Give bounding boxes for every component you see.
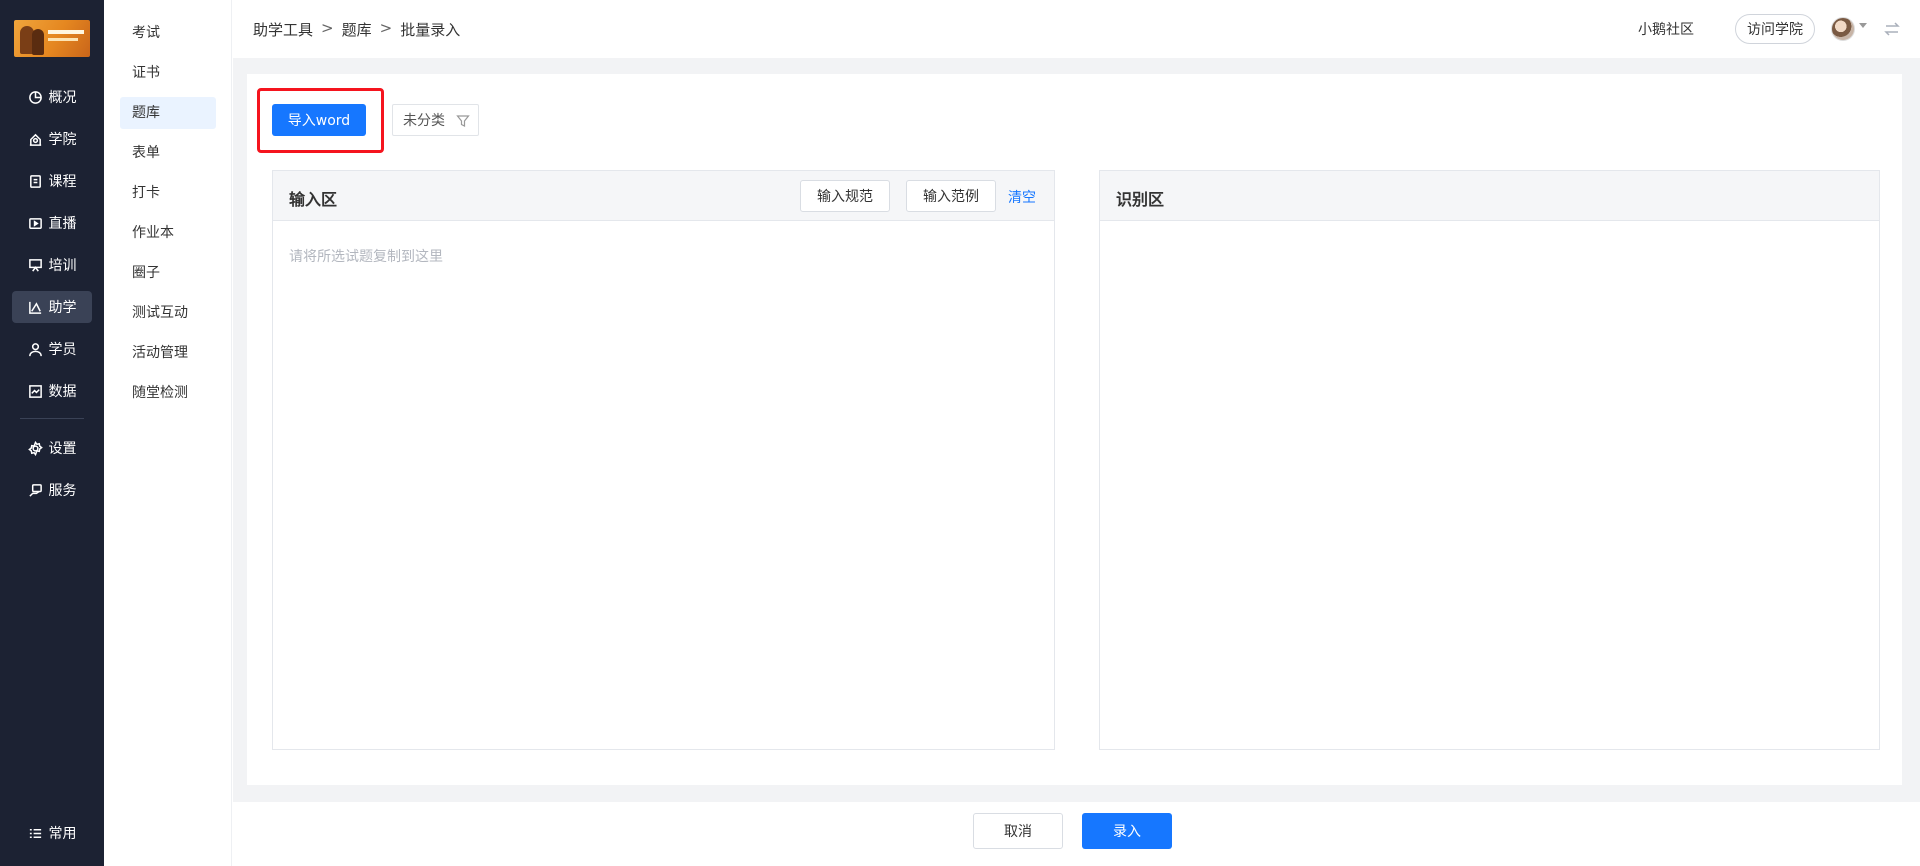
pie-chart-icon xyxy=(28,90,42,104)
nav-item-training[interactable]: 培训 xyxy=(12,249,92,281)
nav-label: 培训 xyxy=(48,258,77,274)
submenu-item-certificate[interactable]: 证书 xyxy=(120,57,216,89)
submenu-item-checkin[interactable]: 打卡 xyxy=(120,177,216,209)
student-icon xyxy=(28,342,42,356)
clear-link[interactable]: 清空 xyxy=(1008,187,1036,207)
input-example-button[interactable]: 输入范例 xyxy=(906,180,996,212)
input-textarea-placeholder[interactable]: 请将所选试题复制到这里 xyxy=(289,246,443,266)
live-icon xyxy=(28,217,42,229)
nav-label: 常用 xyxy=(48,826,77,842)
submenu-item-question-bank[interactable]: 题库 xyxy=(120,97,216,129)
nav-label: 设置 xyxy=(48,441,77,457)
submit-button[interactable]: 录入 xyxy=(1082,813,1172,849)
course-icon xyxy=(29,174,41,188)
nav-label: 服务 xyxy=(48,483,77,499)
result-panel-title: 识别区 xyxy=(1116,190,1165,209)
list-icon xyxy=(29,828,41,838)
footer-bar: 取消 录入 xyxy=(233,802,1920,866)
nav-label: 课程 xyxy=(48,174,77,190)
nav-label: 学院 xyxy=(48,132,77,148)
nav-label: 直播 xyxy=(48,216,77,232)
breadcrumb-separator: > xyxy=(321,19,334,37)
submenu-item-quiz[interactable]: 随堂检测 xyxy=(120,377,216,409)
input-panel-title: 输入区 xyxy=(289,190,338,209)
academy-icon xyxy=(29,133,41,146)
caret-down-icon[interactable] xyxy=(1859,23,1867,28)
switch-icon[interactable] xyxy=(1883,20,1901,38)
submenu-item-form[interactable]: 表单 xyxy=(120,137,216,169)
breadcrumb-item-question-bank[interactable]: 题库 xyxy=(342,19,372,40)
nav-divider xyxy=(20,418,84,419)
main-nav: 概况 学院 课程 直播 培训 助学 学员 数据 设置 服务 常用 xyxy=(0,0,104,866)
nav-item-live[interactable]: 直播 xyxy=(12,207,92,239)
training-icon xyxy=(28,258,42,272)
nav-item-overview[interactable]: 概况 xyxy=(12,81,92,113)
category-value: 未分类 xyxy=(403,113,445,129)
submenu-item-exam[interactable]: 考试 xyxy=(120,17,216,49)
nav-label: 助学 xyxy=(48,300,77,316)
sub-menu: 考试 证书 题库 表单 打卡 作业本 圈子 测试互动 活动管理 随堂检测 xyxy=(104,0,232,866)
nav-item-data[interactable]: 数据 xyxy=(12,375,92,407)
import-word-button[interactable]: 导入word xyxy=(272,104,366,136)
input-spec-button[interactable]: 输入规范 xyxy=(800,180,890,212)
service-icon xyxy=(28,483,42,497)
breadcrumb-item-tools[interactable]: 助学工具 xyxy=(253,19,313,40)
cancel-button[interactable]: 取消 xyxy=(973,813,1063,849)
community-link[interactable]: 小鹅社区 xyxy=(1638,19,1694,39)
academy-logo[interactable] xyxy=(14,20,90,57)
avatar[interactable] xyxy=(1831,17,1855,41)
category-select[interactable]: 未分类 xyxy=(392,104,479,136)
settings-icon xyxy=(27,440,43,456)
submenu-item-activity[interactable]: 活动管理 xyxy=(120,337,216,369)
breadcrumb-item-batch-entry: 批量录入 xyxy=(400,21,461,39)
batch-entry-card: 导入word 未分类 输入区 输入规范 输入范例 清空 请将所选试题复制到这里 … xyxy=(247,74,1902,785)
nav-item-course[interactable]: 课程 xyxy=(12,165,92,197)
main-area: 助学工具 > 题库 > 批量录入 小鹅社区 访问学院 导入word 未分类 输入… xyxy=(233,0,1920,866)
nav-item-student[interactable]: 学员 xyxy=(12,333,92,365)
nav-item-academy[interactable]: 学院 xyxy=(12,123,92,155)
submenu-item-test-interaction[interactable]: 测试互动 xyxy=(120,297,216,329)
nav-label: 学员 xyxy=(48,342,77,358)
filter-icon xyxy=(456,115,470,127)
result-panel-header: 识别区 xyxy=(1100,171,1879,221)
data-icon xyxy=(28,384,42,398)
nav-item-study-aid[interactable]: 助学 xyxy=(12,291,92,323)
nav-label: 概况 xyxy=(48,90,77,106)
submenu-item-homework[interactable]: 作业本 xyxy=(120,217,216,249)
breadcrumb-separator: > xyxy=(379,19,393,37)
nav-label: 数据 xyxy=(48,384,77,400)
input-panel-header: 输入区 输入规范 输入范例 清空 xyxy=(273,171,1054,221)
breadcrumb: 助学工具 > 题库 > 批量录入 xyxy=(253,19,460,40)
nav-item-service[interactable]: 服务 xyxy=(12,474,92,506)
submenu-item-circle[interactable]: 圈子 xyxy=(120,257,216,289)
result-panel: 识别区 xyxy=(1099,170,1880,750)
visit-academy-button[interactable]: 访问学院 xyxy=(1735,14,1815,44)
input-panel: 输入区 输入规范 输入范例 清空 请将所选试题复制到这里 xyxy=(272,170,1055,750)
top-bar: 助学工具 > 题库 > 批量录入 小鹅社区 访问学院 xyxy=(233,0,1920,58)
study-aid-icon xyxy=(28,301,41,314)
nav-item-common[interactable]: 常用 xyxy=(12,817,92,849)
nav-item-settings[interactable]: 设置 xyxy=(12,432,92,464)
